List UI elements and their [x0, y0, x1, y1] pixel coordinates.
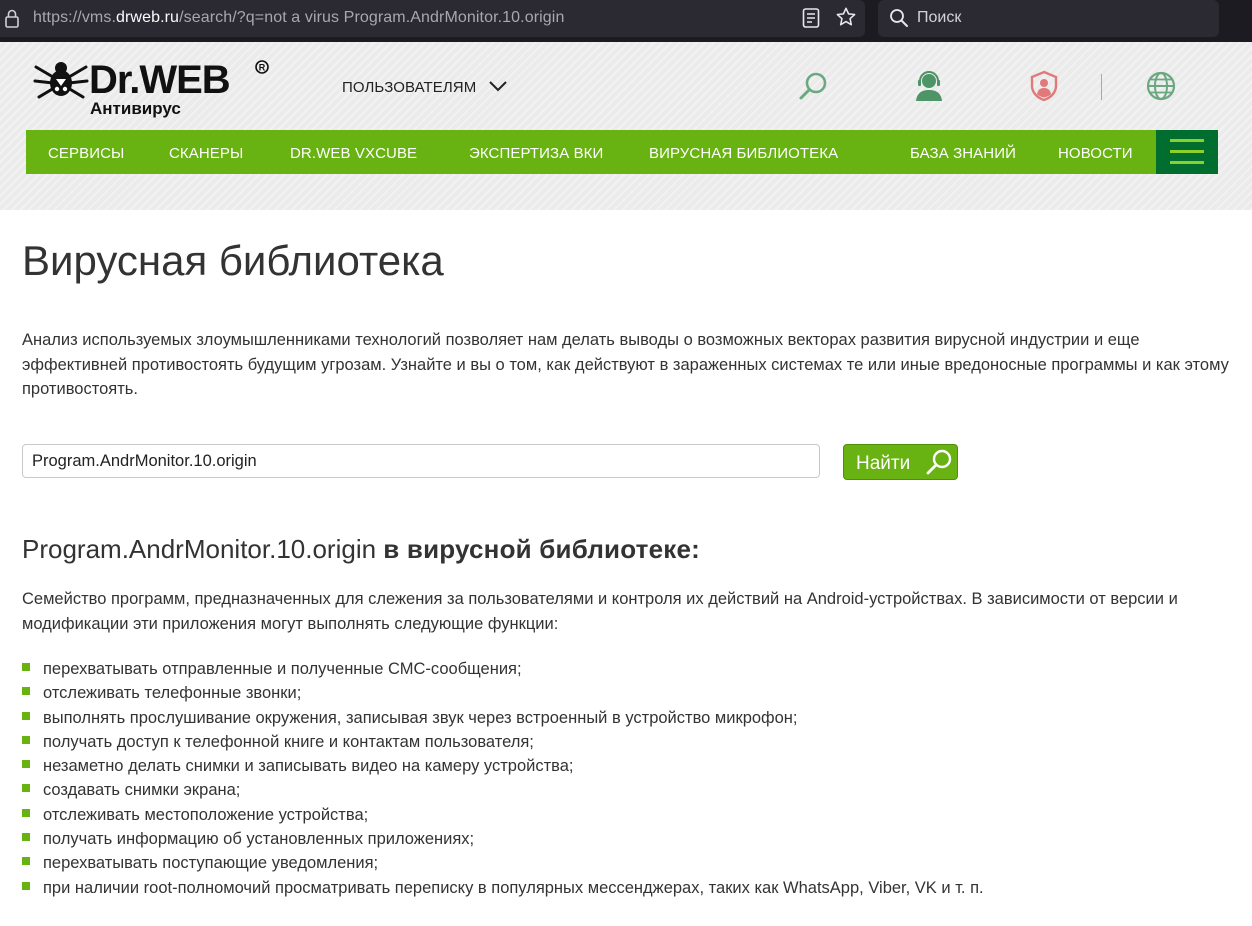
bookmark-star-icon[interactable] — [835, 6, 857, 28]
virus-search-input[interactable] — [22, 444, 820, 478]
bullet-square-icon — [22, 735, 30, 744]
bullet-square-icon — [22, 663, 30, 671]
result-name: Program.AndrMonitor.10.origin — [22, 534, 377, 564]
url-prefix: https://vms. — [33, 9, 116, 26]
logo-subtitle: Антивирус — [90, 99, 181, 118]
list-item-text: отслеживать телефонные звонки; — [43, 684, 302, 703]
account-shield-icon[interactable] — [1028, 70, 1060, 102]
list-item-text: при наличии root-полномочий просматриват… — [43, 878, 984, 897]
nav-item-expertise[interactable]: ЭКСПЕРТИЗА ВКИ — [469, 130, 603, 174]
list-item: незаметно делать снимки и записывать вид… — [22, 754, 984, 778]
list-item: выполнять прослушивание окружения, запис… — [22, 706, 984, 730]
find-button-label: Найти — [856, 453, 911, 474]
page-title: Вирусная библиотека — [22, 237, 444, 284]
find-button[interactable]: Найти — [843, 444, 958, 480]
feature-list: перехватывать отправленные и полученные … — [22, 657, 984, 900]
list-item: перехватывать поступающие уведомления; — [22, 851, 984, 875]
bullet-square-icon — [22, 760, 30, 769]
url-host: drweb.ru — [116, 9, 180, 26]
main-navigation: СЕРВИСЫ СКАНЕРЫ DR.WEB VXCUBE ЭКСПЕРТИЗА… — [26, 130, 1218, 174]
address-bar[interactable]: https://vms.drweb.ru/search/?q=not a vir… — [0, 0, 865, 37]
bullet-square-icon — [22, 808, 30, 817]
reader-view-icon[interactable] — [801, 7, 821, 29]
browser-search-placeholder: Поиск — [917, 9, 962, 26]
header-divider — [1101, 74, 1102, 100]
bullet-square-icon — [22, 687, 30, 696]
registered-mark-icon: R — [255, 60, 269, 74]
nav-item-vxcube[interactable]: DR.WEB VXCUBE — [290, 130, 417, 174]
search-icon — [890, 9, 908, 27]
globe-icon[interactable] — [1145, 70, 1177, 102]
site-header: Dr.WEB R Антивирус ПОЛЬЗОВАТЕЛЯМ СЕРВИСЫ — [0, 42, 1252, 210]
list-item-text: незаметно делать снимки и записывать вид… — [43, 757, 574, 776]
search-icon — [926, 449, 952, 475]
hamburger-menu-icon[interactable] — [1156, 130, 1218, 174]
lock-icon — [5, 9, 19, 28]
result-heading: Program.AndrMonitor.10.origin в вирусной… — [22, 533, 700, 565]
browser-search-box[interactable]: Поиск — [878, 0, 1219, 37]
nav-item-knowledge-base[interactable]: БАЗА ЗНАНИЙ — [910, 130, 1016, 174]
intro-paragraph: Анализ используемых злоумышленниками тех… — [22, 331, 1229, 398]
list-item: перехватывать отправленные и полученные … — [22, 657, 984, 681]
bullet-square-icon — [22, 881, 30, 890]
chevron-down-icon[interactable] — [488, 79, 508, 93]
nav-item-virus-library[interactable]: ВИРУСНАЯ БИБЛИОТЕКА — [649, 130, 838, 174]
spider-logo-icon — [33, 62, 89, 99]
list-item: создавать снимки экрана; — [22, 778, 984, 802]
bullet-square-icon — [22, 857, 30, 866]
search-icon[interactable] — [798, 70, 830, 102]
list-item: отслеживать телефонные звонки; — [22, 681, 984, 705]
list-item: получать информацию об установленных при… — [22, 827, 984, 851]
logo-text: Dr.WEB — [89, 58, 231, 102]
url-text[interactable]: https://vms.drweb.ru/search/?q=not a vir… — [33, 9, 564, 27]
list-item-text: создавать снимки экрана; — [43, 781, 241, 800]
nav-item-services[interactable]: СЕРВИСЫ — [48, 130, 124, 174]
family-description: Семейство программ, предназначенных для … — [22, 590, 1178, 633]
list-item: отслеживать местоположение устройства; — [22, 803, 984, 827]
bullet-square-icon — [22, 711, 30, 720]
audience-menu[interactable]: ПОЛЬЗОВАТЕЛЯМ — [342, 79, 476, 96]
support-icon[interactable] — [913, 70, 945, 102]
bullet-square-icon — [22, 784, 30, 793]
nav-item-scanners[interactable]: СКАНЕРЫ — [169, 130, 243, 174]
svg-text:R: R — [259, 62, 266, 72]
list-item: при наличии root-полномочий просматриват… — [22, 876, 984, 900]
result-heading-suffix: в вирусной библиотеке: — [383, 534, 700, 564]
list-item-text: получать доступ к телефонной книге и кон… — [43, 732, 534, 751]
list-item: получать доступ к телефонной книге и кон… — [22, 730, 984, 754]
bullet-square-icon — [22, 833, 30, 842]
list-item-text: перехватывать отправленные и полученные … — [43, 660, 522, 678]
list-item-text: получать информацию об установленных при… — [43, 830, 475, 849]
url-suffix: /search/?q=not a virus Program.AndrMonit… — [179, 9, 565, 26]
drweb-logo[interactable]: Dr.WEB R Антивирус — [33, 57, 273, 123]
nav-item-news[interactable]: НОВОСТИ — [1058, 130, 1133, 174]
list-item-text: перехватывать поступающие уведомления; — [43, 854, 379, 873]
browser-toolbar: https://vms.drweb.ru/search/?q=not a vir… — [0, 0, 1252, 42]
list-item-text: выполнять прослушивание окружения, запис… — [43, 708, 798, 727]
list-item-text: отслеживать местоположение устройства; — [43, 805, 369, 824]
